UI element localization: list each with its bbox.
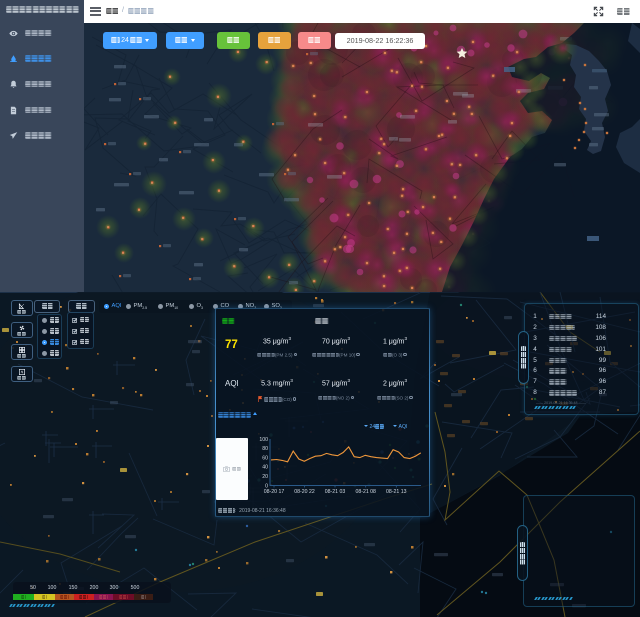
svg-text:08-21 03: 08-21 03 xyxy=(325,489,346,495)
svg-text:80: 80 xyxy=(262,446,268,452)
svg-text:60: 60 xyxy=(262,455,268,461)
svg-text:08-21 08: 08-21 08 xyxy=(355,489,376,495)
svg-text:40: 40 xyxy=(262,464,268,470)
svg-text:08-21 13: 08-21 13 xyxy=(386,489,407,495)
svg-text:100: 100 xyxy=(259,436,268,442)
svg-text:20: 20 xyxy=(262,474,268,480)
svg-text:08-20 22: 08-20 22 xyxy=(294,489,315,495)
svg-text:08-20 17: 08-20 17 xyxy=(264,489,285,495)
